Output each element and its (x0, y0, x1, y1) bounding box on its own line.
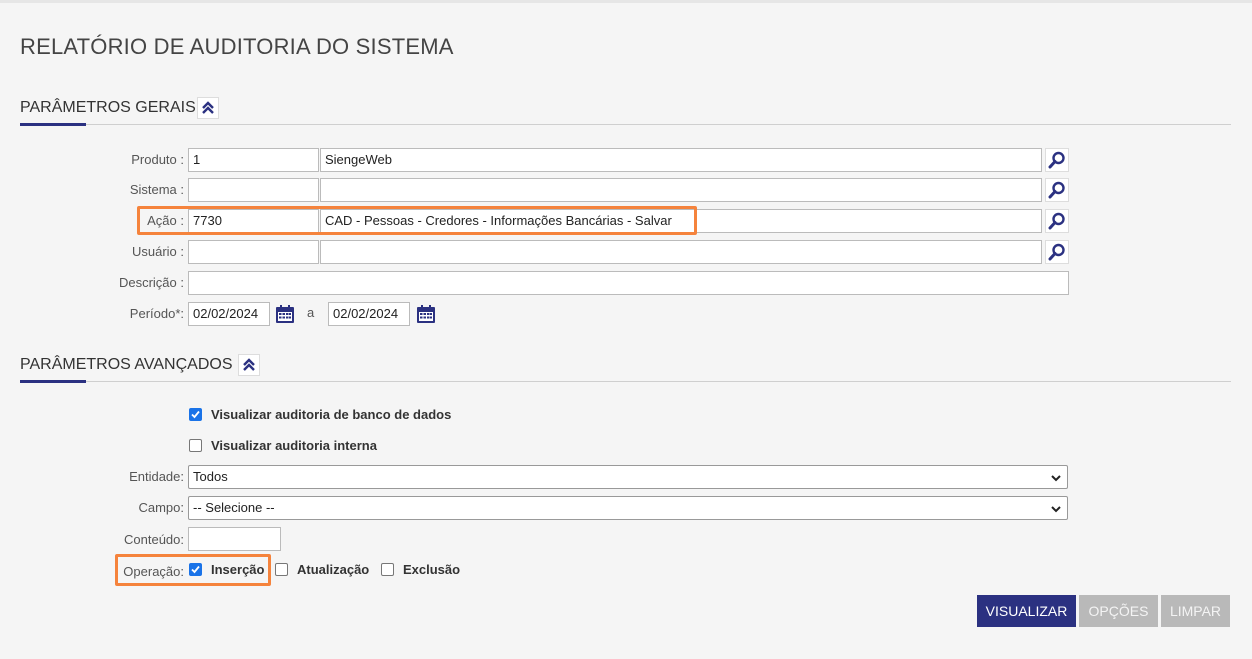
insercao-label: Inserção (211, 561, 265, 577)
campo-label-box: Campo: (20, 496, 184, 520)
operacao-label-box: Operação: (20, 560, 184, 584)
db-audit-label: Visualizar auditoria de banco de dados (211, 406, 452, 422)
double-chevron-up-icon (202, 101, 214, 114)
exclusao-checkbox[interactable] (381, 562, 394, 576)
checkmark-icon (191, 410, 200, 418)
periodo-end-input[interactable]: 02/02/2024 (328, 302, 410, 326)
calendar-icon (417, 305, 435, 323)
db-audit-option[interactable]: Visualizar auditoria de banco de dados (189, 405, 451, 423)
exclusao-label: Exclusão (403, 561, 461, 577)
search-icon (1048, 151, 1065, 169)
usuario-name-input[interactable] (320, 240, 1042, 264)
calendar-icon (276, 305, 294, 323)
opcoes-button[interactable]: OPÇÕES (1079, 595, 1158, 627)
descricao-label-box: Descrição : (20, 271, 184, 295)
entidade-selected: Todos (193, 469, 228, 484)
general-params-header: PARÂMETROS GERAIS (20, 97, 1231, 127)
page-title: RELATÓRIO DE AUDITORIA DO SISTEMA (20, 34, 454, 59)
general-params-title: PARÂMETROS GERAIS (20, 99, 196, 116)
sistema-code-input[interactable] (188, 178, 319, 202)
produto-label-box: Produto : (20, 148, 184, 172)
sistema-label: Sistema : (129, 182, 184, 197)
periodo-start-input[interactable]: 02/02/2024 (188, 302, 270, 326)
chevron-down-icon (1051, 506, 1061, 513)
collapse-general-button[interactable] (197, 97, 219, 119)
operacao-label: Operação: (123, 564, 184, 579)
produto-name-input[interactable]: SiengeWeb (320, 148, 1042, 172)
atualizacao-checkbox[interactable] (275, 562, 288, 576)
search-icon (1048, 212, 1065, 230)
periodo-separator: a (307, 305, 315, 320)
advanced-params-title: PARÂMETROS AVANÇADOS (20, 356, 233, 373)
section-accent (20, 380, 86, 383)
atualizacao-option[interactable]: Atualização (275, 560, 369, 578)
collapse-advanced-button[interactable] (238, 354, 260, 376)
produto-search-button[interactable] (1045, 148, 1069, 172)
advanced-params-header: PARÂMETROS AVANÇADOS (20, 354, 1231, 384)
produto-code-input[interactable]: 1 (188, 148, 319, 172)
internal-audit-checkbox[interactable] (189, 438, 202, 452)
usuario-search-button[interactable] (1045, 240, 1069, 264)
acao-name-input[interactable]: CAD - Pessoas - Credores - Informações B… (320, 209, 1042, 233)
sistema-label-box: Sistema : (20, 178, 184, 202)
entidade-select[interactable]: Todos (188, 465, 1068, 489)
campo-selected: -- Selecione -- (193, 500, 275, 515)
insercao-option[interactable]: Inserção (189, 560, 264, 578)
periodo-start-calendar-button[interactable] (274, 303, 296, 325)
conteudo-label: Conteúdo: (124, 532, 184, 547)
insercao-checkbox[interactable] (189, 562, 202, 576)
visualizar-button[interactable]: VISUALIZAR (977, 595, 1076, 627)
sistema-name-input[interactable] (320, 178, 1042, 202)
limpar-button[interactable]: LIMPAR (1161, 595, 1230, 627)
acao-label-box: Ação : (20, 209, 184, 233)
usuario-label: Usuário : (131, 244, 184, 259)
periodo-end-calendar-button[interactable] (415, 303, 437, 325)
checkmark-icon (191, 565, 200, 573)
descricao-input[interactable] (188, 271, 1069, 295)
entidade-label: Entidade: (129, 469, 184, 484)
campo-label: Campo: (138, 500, 184, 515)
db-audit-checkbox[interactable] (189, 407, 202, 421)
double-chevron-up-icon (243, 358, 255, 371)
usuario-label-box: Usuário : (20, 240, 184, 264)
chevron-down-icon (1051, 475, 1061, 482)
top-bar (0, 0, 1252, 3)
internal-audit-label: Visualizar auditoria interna (211, 437, 377, 453)
section-divider (20, 381, 1231, 382)
periodo-label: Período*: (129, 306, 184, 321)
usuario-code-input[interactable] (188, 240, 319, 264)
periodo-label-box: Período*: (20, 302, 184, 326)
section-accent (20, 123, 86, 126)
search-icon (1048, 181, 1065, 199)
exclusao-option[interactable]: Exclusão (381, 560, 460, 578)
campo-select[interactable]: -- Selecione -- (188, 496, 1068, 520)
descricao-label: Descrição : (118, 275, 184, 290)
search-icon (1048, 243, 1065, 261)
acao-search-button[interactable] (1045, 209, 1069, 233)
conteudo-input[interactable] (188, 527, 281, 551)
sistema-search-button[interactable] (1045, 178, 1069, 202)
entidade-label-box: Entidade: (20, 465, 184, 489)
conteudo-label-box: Conteúdo: (20, 528, 184, 552)
internal-audit-option[interactable]: Visualizar auditoria interna (189, 436, 377, 454)
acao-code-input[interactable]: 7730 (188, 209, 319, 233)
section-divider (20, 124, 1231, 125)
produto-label: Produto : (131, 152, 184, 167)
acao-label: Ação : (147, 213, 184, 228)
atualizacao-label: Atualização (297, 561, 370, 577)
